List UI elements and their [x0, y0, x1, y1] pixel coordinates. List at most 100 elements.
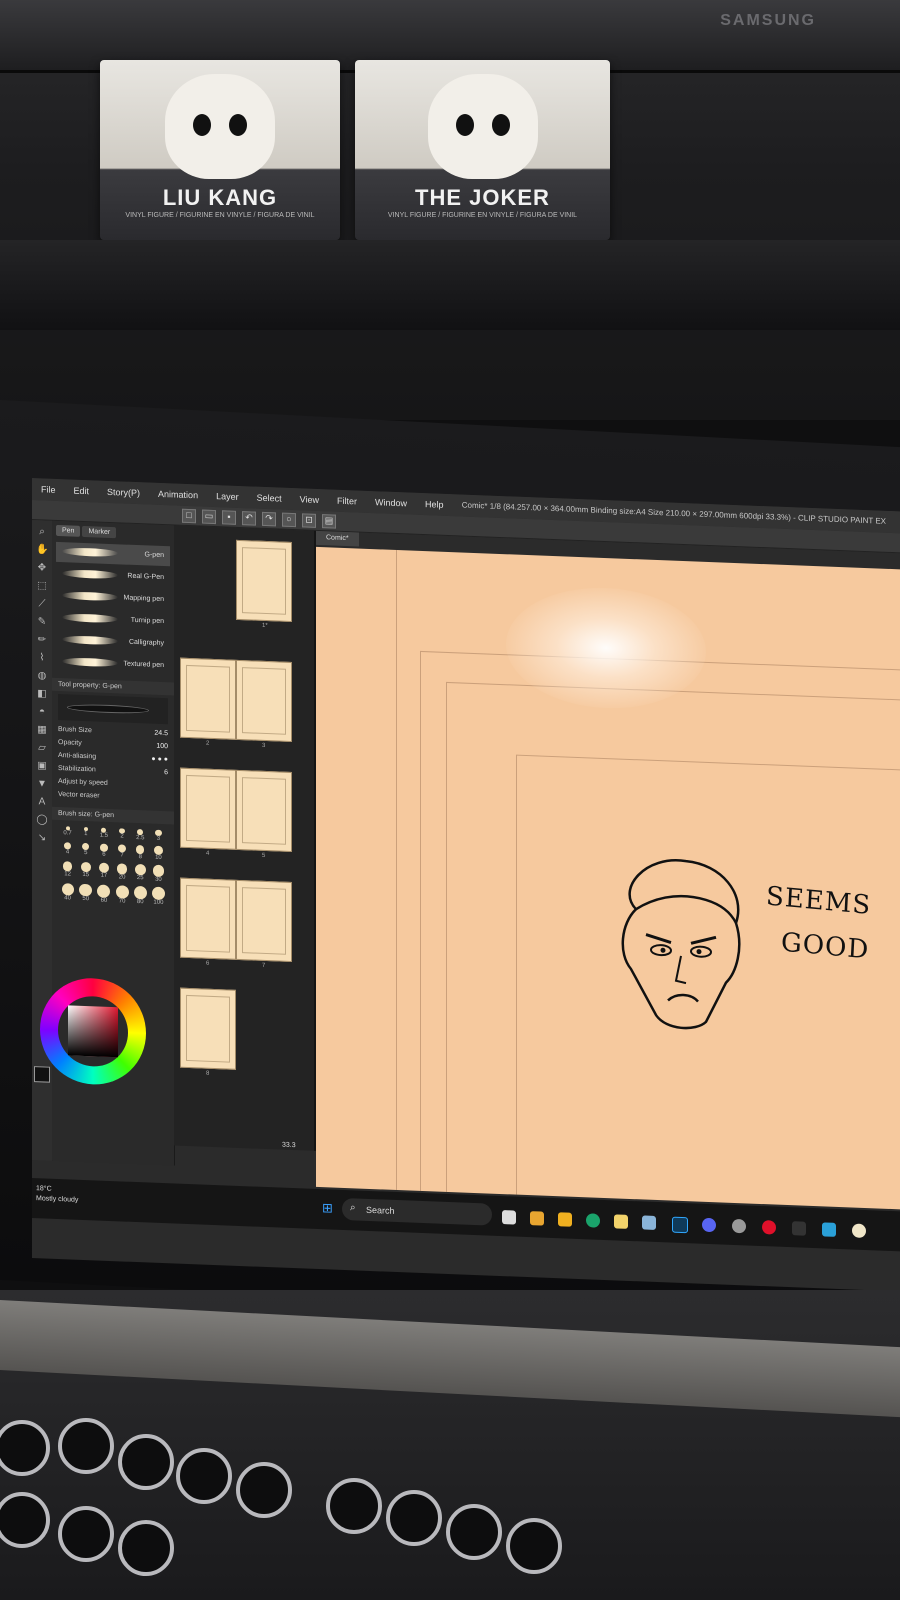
brush-size-option[interactable]: 20: [115, 863, 130, 881]
zoom-level[interactable]: 33.3: [282, 1142, 296, 1150]
open-folder-icon[interactable]: ▭: [202, 509, 216, 524]
shield-icon[interactable]: [822, 1222, 836, 1237]
zoom-icon[interactable]: ⌕: [36, 526, 48, 538]
store-icon[interactable]: [614, 1214, 628, 1229]
brush-size-option[interactable]: 70: [115, 885, 130, 905]
photoshop-icon[interactable]: [672, 1216, 688, 1234]
taskbar-search[interactable]: Search: [342, 1197, 492, 1226]
brush-size-option[interactable]: 1: [78, 826, 93, 840]
page-thumbnail[interactable]: [236, 879, 292, 962]
brush-item-calligraphy[interactable]: Calligraphy: [56, 630, 170, 654]
page-thumbnail[interactable]: [180, 657, 236, 740]
brush-size-option[interactable]: 1.5: [96, 827, 111, 840]
opera-icon[interactable]: [762, 1220, 776, 1235]
clear-icon[interactable]: ○: [282, 512, 296, 527]
move-icon[interactable]: ✥: [36, 562, 48, 574]
brush-item-mapping-pen[interactable]: Mapping pen: [56, 586, 170, 610]
brush-size-option[interactable]: 2.5: [133, 829, 148, 842]
redo-icon[interactable]: ↷: [262, 511, 276, 526]
ruler-icon[interactable]: ▤: [322, 513, 336, 529]
gradient-icon[interactable]: ▦: [36, 724, 48, 736]
hand-icon[interactable]: ✋: [36, 544, 48, 556]
save-icon[interactable]: ▪: [222, 509, 236, 525]
brush-item-real-g-pen[interactable]: Real G-Pen: [56, 564, 170, 588]
brush-size-option[interactable]: 15: [78, 862, 93, 880]
windows-start-icon[interactable]: ⊞: [322, 1200, 336, 1216]
menu-help[interactable]: Help: [416, 499, 453, 510]
main-color-swatch[interactable]: [34, 1066, 50, 1083]
frame-icon[interactable]: ▣: [36, 760, 48, 772]
pen-icon[interactable]: ✎: [36, 616, 48, 628]
brush-item-turnip-pen[interactable]: Turnip pen: [56, 608, 170, 632]
brush-size-option[interactable]: 50: [78, 883, 93, 904]
brush-size-option[interactable]: 2: [115, 828, 130, 841]
edge-browser-icon[interactable]: [586, 1213, 600, 1228]
brush-size-option[interactable]: 3: [151, 829, 166, 843]
canvas[interactable]: SEEMS GOOD: [316, 546, 900, 1210]
steam-icon[interactable]: [642, 1215, 656, 1230]
file-explorer-icon[interactable]: [530, 1211, 544, 1226]
page-thumbnail[interactable]: [236, 659, 292, 742]
new-file-icon[interactable]: □: [182, 508, 196, 523]
menu-view[interactable]: View: [291, 494, 328, 505]
brush-size-option[interactable]: 100: [151, 886, 166, 906]
brush-size-option[interactable]: 30: [151, 864, 166, 883]
stabilization-value[interactable]: 6: [164, 769, 168, 776]
brush-size-value[interactable]: 24.5: [154, 730, 168, 738]
figure-icon[interactable]: ▱: [36, 742, 48, 754]
menu-window[interactable]: Window: [366, 497, 416, 509]
weather-widget[interactable]: 18°C Mostly cloudy: [36, 1184, 78, 1206]
tab-marker[interactable]: Marker: [82, 525, 117, 539]
page-thumbnail[interactable]: [236, 769, 292, 852]
fill-icon[interactable]: ◓: [36, 706, 48, 718]
line-fix-icon[interactable]: ↘: [36, 832, 48, 844]
menu-edit[interactable]: Edit: [65, 485, 99, 497]
page-thumbnail[interactable]: [236, 539, 292, 622]
menu-select[interactable]: Select: [248, 492, 291, 504]
brush-size-option[interactable]: 8: [133, 845, 148, 861]
menu-story[interactable]: Story(P): [98, 487, 149, 499]
brush-icon[interactable]: ⌇: [36, 652, 48, 664]
opacity-value[interactable]: 100: [156, 743, 168, 750]
color-saturation-square[interactable]: [68, 1005, 118, 1058]
undo-icon[interactable]: ↶: [242, 510, 256, 526]
brush-item-textured-pen[interactable]: Textured pen: [56, 652, 170, 676]
menu-filter[interactable]: Filter: [328, 495, 366, 507]
brush-size-option[interactable]: 6: [96, 843, 111, 860]
menu-file[interactable]: File: [32, 484, 65, 495]
clip-studio-icon[interactable]: [852, 1223, 866, 1239]
brush-size-option[interactable]: 80: [133, 885, 148, 906]
eraser-icon[interactable]: ◧: [36, 688, 48, 700]
menu-animation[interactable]: Animation: [149, 488, 207, 501]
ruler-tool-icon[interactable]: ▼: [36, 778, 48, 790]
folder-icon[interactable]: [558, 1212, 572, 1227]
pencil-icon[interactable]: ✏: [36, 634, 48, 646]
text-icon[interactable]: A: [36, 796, 48, 808]
page-thumbnail[interactable]: [180, 877, 236, 960]
eyedropper-icon[interactable]: ⟋: [36, 598, 48, 610]
brush-size-option[interactable]: 4: [60, 842, 75, 858]
brush-size-option[interactable]: 7: [115, 844, 130, 860]
transform-icon[interactable]: ⊡: [302, 512, 316, 528]
brush-size-option[interactable]: 60: [96, 884, 111, 904]
page-thumbnail[interactable]: [180, 987, 236, 1070]
brush-size-option[interactable]: 25: [133, 864, 148, 882]
canvas-tab[interactable]: Comic*: [316, 530, 359, 547]
tab-pen[interactable]: Pen: [56, 524, 81, 537]
brush-item-g-pen[interactable]: G-pen: [56, 541, 170, 567]
discord-icon[interactable]: [702, 1217, 716, 1233]
brush-size-option[interactable]: 0.7: [60, 826, 75, 839]
brush-size-option[interactable]: 5: [78, 843, 93, 859]
brush-size-option[interactable]: 12: [60, 861, 75, 879]
page-thumbnail[interactable]: [180, 767, 236, 850]
airbrush-icon[interactable]: ◍: [36, 670, 48, 682]
brush-size-option[interactable]: 17: [96, 862, 111, 881]
settings-gear-icon[interactable]: [732, 1218, 746, 1234]
app-icon[interactable]: [792, 1221, 806, 1236]
task-view-icon[interactable]: [502, 1210, 516, 1225]
balloon-icon[interactable]: ◯: [36, 814, 48, 826]
brush-size-option[interactable]: 10: [151, 845, 166, 862]
anti-aliasing-options-icon[interactable]: ● ● ●: [151, 756, 168, 764]
menu-layer[interactable]: Layer: [207, 491, 248, 503]
selection-icon[interactable]: ⬚: [36, 580, 48, 592]
